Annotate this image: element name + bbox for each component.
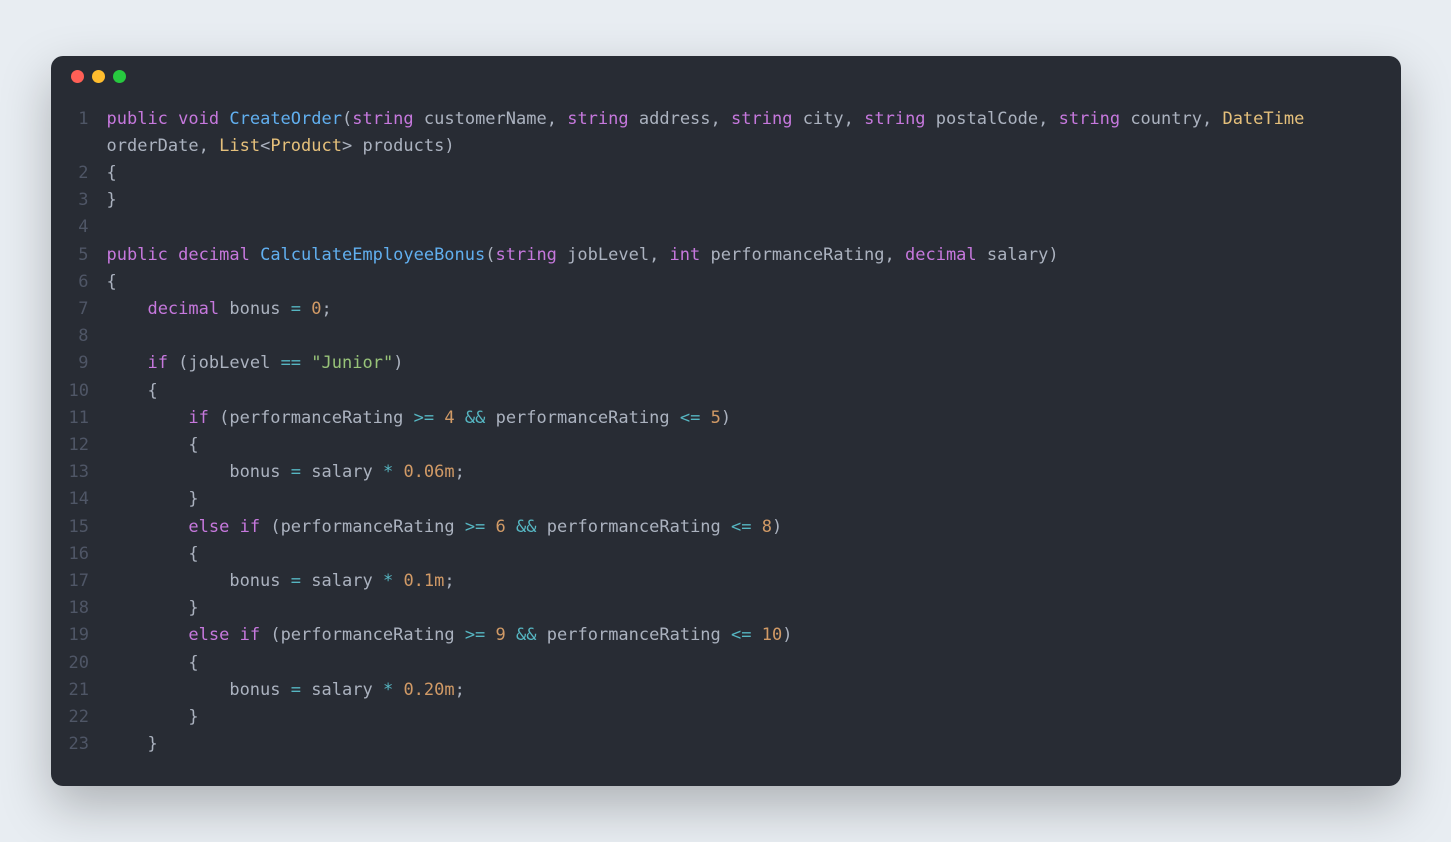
code-line[interactable]: 12 { [69, 432, 1377, 459]
code-line[interactable]: 21 bonus = salary * 0.20m; [69, 677, 1377, 704]
line-number: 18 [69, 595, 107, 622]
line-content[interactable]: bonus = salary * 0.20m; [107, 677, 465, 704]
code-line[interactable]: 13 bonus = salary * 0.06m; [69, 459, 1377, 486]
code-line[interactable]: 5public decimal CalculateEmployeeBonus(s… [69, 242, 1377, 269]
code-line[interactable]: 7 decimal bonus = 0; [69, 296, 1377, 323]
line-number: 12 [69, 432, 107, 459]
window-titlebar [51, 56, 1401, 98]
line-content[interactable]: bonus = salary * 0.1m; [107, 568, 455, 595]
line-number: 8 [69, 323, 107, 350]
line-number: 6 [69, 269, 107, 296]
line-content[interactable]: public decimal CalculateEmployeeBonus(st… [107, 242, 1059, 269]
code-line[interactable]: 14 } [69, 486, 1377, 513]
line-content[interactable]: else if (performanceRating >= 9 && perfo… [107, 622, 793, 649]
line-content[interactable]: else if (performanceRating >= 6 && perfo… [107, 514, 783, 541]
line-number: 17 [69, 568, 107, 595]
code-line[interactable]: 19 else if (performanceRating >= 9 && pe… [69, 622, 1377, 649]
window-minimize-button[interactable] [92, 70, 105, 83]
line-content[interactable]: bonus = salary * 0.06m; [107, 459, 465, 486]
line-content[interactable]: { [107, 269, 117, 296]
code-area[interactable]: 1public void CreateOrder(string customer… [51, 98, 1401, 787]
line-number: 15 [69, 514, 107, 541]
line-content[interactable]: { [107, 160, 117, 187]
code-line[interactable]: 6{ [69, 269, 1377, 296]
code-line[interactable]: 3} [69, 187, 1377, 214]
line-content[interactable]: { [107, 378, 158, 405]
line-content[interactable]: decimal bonus = 0; [107, 296, 332, 323]
code-line[interactable]: 2{ [69, 160, 1377, 187]
line-number: 21 [69, 677, 107, 704]
line-number: 16 [69, 541, 107, 568]
window-close-button[interactable] [71, 70, 84, 83]
code-line[interactable]: 16 { [69, 541, 1377, 568]
line-number: 1 [69, 106, 107, 133]
line-content[interactable]: { [107, 432, 199, 459]
line-number: 19 [69, 622, 107, 649]
line-number: 4 [69, 214, 107, 241]
code-line[interactable]: 10 { [69, 378, 1377, 405]
code-line[interactable]: 4 [69, 214, 1377, 241]
line-content[interactable]: if (performanceRating >= 4 && performanc… [107, 405, 732, 432]
line-content[interactable]: if (jobLevel == "Junior") [107, 350, 404, 377]
code-line[interactable]: 8 [69, 323, 1377, 350]
line-number: 13 [69, 459, 107, 486]
line-number: 20 [69, 650, 107, 677]
code-editor-window: 1public void CreateOrder(string customer… [51, 56, 1401, 787]
code-line[interactable]: 23 } [69, 731, 1377, 758]
code-line[interactable]: 11 if (performanceRating >= 4 && perform… [69, 405, 1377, 432]
line-number: 2 [69, 160, 107, 187]
code-line[interactable]: 22 } [69, 704, 1377, 731]
line-number: 14 [69, 486, 107, 513]
line-content[interactable]: } [107, 731, 158, 758]
line-number: 3 [69, 187, 107, 214]
line-number: 22 [69, 704, 107, 731]
line-number: 9 [69, 350, 107, 377]
code-line[interactable]: 15 else if (performanceRating >= 6 && pe… [69, 514, 1377, 541]
line-content[interactable]: { [107, 650, 199, 677]
line-number: 7 [69, 296, 107, 323]
line-number: 10 [69, 378, 107, 405]
code-line[interactable]: 17 bonus = salary * 0.1m; [69, 568, 1377, 595]
line-content[interactable]: } [107, 704, 199, 731]
line-content[interactable]: } [107, 187, 117, 214]
line-content[interactable]: } [107, 595, 199, 622]
code-line[interactable]: 9 if (jobLevel == "Junior") [69, 350, 1377, 377]
code-line[interactable]: 20 { [69, 650, 1377, 677]
line-content[interactable]: { [107, 541, 199, 568]
line-number: 23 [69, 731, 107, 758]
line-number: 5 [69, 242, 107, 269]
code-line[interactable]: 1public void CreateOrder(string customer… [69, 106, 1377, 160]
line-content[interactable]: public void CreateOrder(string customerN… [107, 106, 1377, 160]
window-maximize-button[interactable] [113, 70, 126, 83]
line-content[interactable]: } [107, 486, 199, 513]
code-line[interactable]: 18 } [69, 595, 1377, 622]
line-number: 11 [69, 405, 107, 432]
